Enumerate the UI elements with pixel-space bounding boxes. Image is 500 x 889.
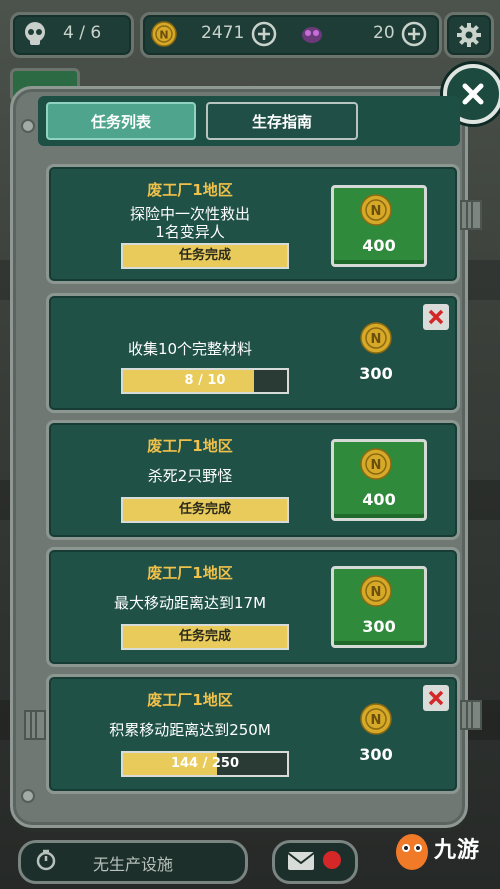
- watermark: 九游: [392, 822, 496, 880]
- task-area: 废工厂1地区: [147, 564, 233, 582]
- progress-text: 144 / 250: [170, 756, 240, 771]
- task-progress-bar: 任务完成: [121, 243, 289, 269]
- timer-icon: [36, 849, 56, 871]
- progress-text: 任务完成: [178, 248, 231, 263]
- plus-icon[interactable]: [401, 21, 427, 47]
- task-description: 杀死2只野怪: [147, 467, 233, 485]
- task-description: 收集10个完整材料: [127, 340, 253, 358]
- task-description-line2: 1名变异人: [155, 223, 225, 241]
- svg-text:N: N: [371, 713, 382, 728]
- reward-amount: 400: [362, 236, 396, 255]
- claim-reward-button[interactable]: N 400: [331, 185, 427, 267]
- abandon-task-button[interactable]: [423, 304, 449, 330]
- coin-icon: N: [360, 322, 392, 354]
- task-progress-bar: 144 / 250: [121, 751, 289, 777]
- svg-text:N: N: [371, 585, 382, 600]
- task-description: 最大移动距离达到17M: [113, 594, 267, 612]
- coin-icon: N: [360, 448, 392, 480]
- facility-status-label: 无生产设施: [93, 855, 174, 874]
- reward-amount: 300: [359, 745, 393, 764]
- x-icon: [428, 690, 444, 706]
- reward-amount: 400: [362, 490, 396, 509]
- svg-text:N: N: [371, 458, 382, 473]
- coin-count: 2471: [201, 23, 245, 43]
- players-count: 4 / 6: [63, 23, 102, 43]
- panel-hinge: [24, 710, 46, 740]
- svg-text:N: N: [159, 29, 168, 42]
- claim-reward-button[interactable]: N 300: [331, 566, 427, 648]
- skull-icon: [25, 22, 45, 45]
- svg-text:N: N: [371, 204, 382, 219]
- screw: [21, 119, 35, 133]
- progress-text: 任务完成: [178, 502, 231, 517]
- facility-status-bar[interactable]: 无生产设施: [18, 840, 248, 884]
- gem-icon: [302, 27, 322, 43]
- task-card: 收集10个完整材料 8 / 10 N 300: [46, 293, 460, 413]
- progress-text: 任务完成: [178, 629, 231, 644]
- reward-amount: 300: [362, 617, 396, 636]
- task-card: 废工厂1地区 积累移动距离达到250M 144 / 250 N 300: [46, 674, 460, 794]
- reward-amount: 300: [359, 364, 393, 383]
- mail-icon: [287, 852, 315, 870]
- task-progress-bar: 任务完成: [121, 624, 289, 650]
- claim-reward-button[interactable]: N 400: [331, 439, 427, 521]
- players-counter: 4 / 6: [10, 12, 134, 58]
- task-area: 废工厂1地区: [147, 691, 233, 709]
- mascot-logo: [396, 834, 428, 870]
- notification-dot: [323, 851, 341, 869]
- watermark-text: 九游: [434, 838, 481, 863]
- gem-count: 20: [373, 23, 395, 43]
- task-description: 探险中一次性救出: [129, 205, 250, 223]
- task-area: 废工厂1地区: [147, 437, 233, 455]
- task-area: 废工厂1地区: [147, 181, 233, 199]
- task-progress-bar: 8 / 10: [121, 368, 289, 394]
- gear-icon: [457, 23, 481, 47]
- panel-hinge: [460, 200, 482, 230]
- coin-icon: N: [360, 194, 392, 226]
- coin-icon: N: [360, 575, 392, 607]
- svg-text:N: N: [371, 332, 382, 347]
- mail-button[interactable]: [272, 840, 358, 884]
- screw: [21, 789, 35, 803]
- task-card: 废工厂1地区 最大移动距离达到17M 任务完成 N 300: [46, 547, 460, 667]
- progress-text: 8 / 10: [184, 373, 226, 388]
- coin-icon: N: [151, 21, 177, 47]
- x-icon: [428, 309, 444, 325]
- task-description: 积累移动距离达到250M: [109, 721, 271, 739]
- panel-hinge: [460, 700, 482, 730]
- coin-icon: N: [360, 703, 392, 735]
- task-card: 废工厂1地区 探险中一次性救出 1名变异人 任务完成 N 400: [46, 164, 460, 284]
- close-icon: [462, 83, 484, 105]
- task-progress-bar: 任务完成: [121, 497, 289, 523]
- abandon-task-button[interactable]: [423, 685, 449, 711]
- plus-icon[interactable]: [251, 21, 277, 47]
- tab-bar: 任务列表 生存指南: [38, 96, 460, 146]
- settings-button[interactable]: [444, 12, 494, 58]
- tab-task-list[interactable]: 任务列表: [46, 102, 196, 140]
- currency-bar: N 2471 20: [140, 12, 442, 58]
- tab-survival-guide[interactable]: 生存指南: [206, 102, 358, 140]
- task-card: 废工厂1地区 杀死2只野怪 任务完成 N 400: [46, 420, 460, 540]
